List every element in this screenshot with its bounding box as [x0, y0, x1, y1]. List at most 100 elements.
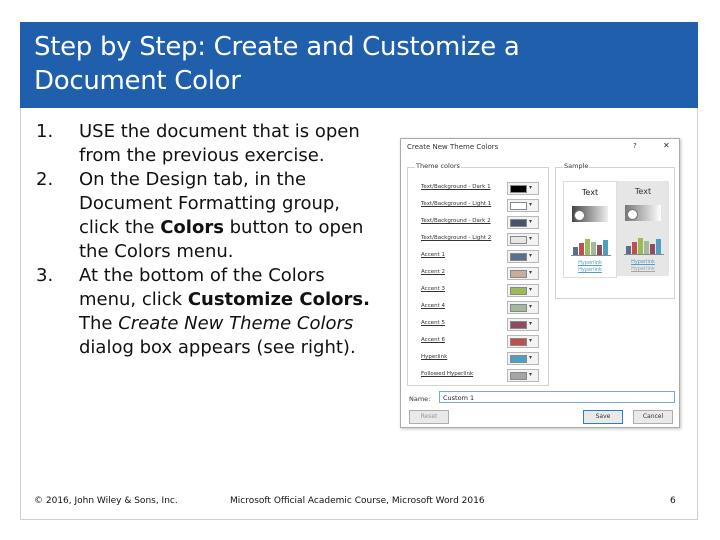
step-text: dialog box appears (see right).: [79, 337, 356, 358]
step-2: 2. On the Design tab, in the Document Fo…: [36, 168, 381, 264]
step-number: 1.: [36, 121, 54, 142]
sample-shape-circle: [574, 210, 585, 221]
color-picker-button[interactable]: ▾: [507, 267, 539, 280]
sample-bar-chart: [624, 237, 664, 255]
create-new-theme-colors-dialog: Create New Theme Colors ? ✕ Theme colors…: [400, 138, 680, 428]
steps-list: 1. USE the document that is open from th…: [36, 120, 381, 360]
footer-course: Microsoft Official Academic Course, Micr…: [230, 496, 485, 506]
step-number: 2.: [36, 169, 54, 190]
chevron-down-icon: ▾: [529, 201, 533, 208]
theme-color-label: Hyperlink: [421, 354, 448, 360]
color-swatch: [510, 321, 527, 329]
sample-bar: [585, 239, 590, 255]
theme-color-label: Accent 2: [421, 269, 445, 275]
theme-color-label: Accent 4: [421, 303, 445, 309]
theme-color-label: Accent 1: [421, 252, 445, 258]
slide: Step by Step: Create and Customize a Doc…: [0, 0, 720, 540]
color-swatch: [510, 372, 527, 380]
theme-color-label: Accent 6: [421, 337, 445, 343]
title-line-2: Document Color: [34, 66, 241, 96]
color-picker-button[interactable]: ▾: [507, 182, 539, 195]
sample-bar: [638, 238, 643, 254]
help-icon[interactable]: ?: [633, 142, 637, 150]
color-picker-button[interactable]: ▾: [507, 216, 539, 229]
step-1: 1. USE the document that is open from th…: [36, 120, 381, 168]
theme-color-row: Hyperlink ▾: [421, 352, 541, 365]
footer-copyright: © 2016, John Wiley & Sons, Inc.: [34, 496, 178, 506]
color-picker-button[interactable]: ▾: [507, 301, 539, 314]
name-input[interactable]: Custom 1: [439, 391, 675, 403]
sample-hyperlink: Hyperlink: [631, 259, 655, 265]
color-picker-button[interactable]: ▾: [507, 335, 539, 348]
theme-color-row: Accent 2 ▾: [421, 267, 541, 280]
color-picker-button[interactable]: ▾: [507, 318, 539, 331]
color-swatch: [510, 219, 527, 227]
theme-colors-label: Theme colors: [415, 162, 461, 170]
name-label: Name:: [409, 395, 431, 403]
color-swatch: [510, 202, 527, 210]
color-picker-button[interactable]: ▾: [507, 352, 539, 365]
step-emphasis: Customize Colors.: [187, 289, 370, 310]
theme-color-row: Accent 6 ▾: [421, 335, 541, 348]
sample-bar: [650, 244, 655, 254]
color-swatch: [510, 304, 527, 312]
cancel-button[interactable]: Cancel: [633, 410, 673, 424]
step-number: 3.: [36, 265, 54, 286]
chevron-down-icon: ▾: [529, 235, 533, 242]
chevron-down-icon: ▾: [529, 269, 533, 276]
sample-bar: [573, 247, 578, 255]
color-picker-button[interactable]: ▾: [507, 284, 539, 297]
theme-color-row: Text/Background - Dark 2 ▾: [421, 216, 541, 229]
step-emphasis: Colors: [160, 217, 224, 238]
reset-button[interactable]: Reset: [409, 410, 449, 424]
sample-followed-hyperlink: Hyperlink: [631, 266, 655, 272]
chevron-down-icon: ▾: [529, 337, 533, 344]
sample-bar: [597, 245, 602, 255]
color-picker-button[interactable]: ▾: [507, 250, 539, 263]
sample-bar: [579, 243, 584, 255]
color-swatch: [510, 355, 527, 363]
sample-bar-chart: [571, 238, 611, 256]
theme-color-row: Accent 3 ▾: [421, 284, 541, 297]
color-picker-button[interactable]: ▾: [507, 233, 539, 246]
color-swatch: [510, 270, 527, 278]
sample-light-panel: Text Hyperlink Hyperlink: [563, 181, 617, 278]
chevron-down-icon: ▾: [529, 252, 533, 259]
chevron-down-icon: ▾: [529, 218, 533, 225]
sample-bar: [591, 242, 596, 255]
theme-color-row: Accent 1 ▾: [421, 250, 541, 263]
theme-color-row: Text/Background - Dark 1 ▾: [421, 182, 541, 195]
title-line-1: Step by Step: Create and Customize a: [34, 32, 520, 62]
theme-color-label: Accent 3: [421, 286, 445, 292]
theme-color-label: Followed Hyperlink: [421, 371, 474, 377]
step-dialog-name: Create New Theme Colors: [118, 313, 354, 334]
theme-color-row: Accent 4 ▾: [421, 301, 541, 314]
color-swatch: [510, 253, 527, 261]
color-swatch: [510, 338, 527, 346]
sample-bar: [603, 240, 608, 255]
sample-bar: [632, 242, 637, 254]
theme-color-label: Text/Background - Light 2: [421, 235, 492, 241]
slide-title: Step by Step: Create and Customize a Doc…: [34, 30, 684, 98]
sample-bar: [644, 241, 649, 254]
save-button[interactable]: Save: [583, 410, 623, 424]
chevron-down-icon: ▾: [529, 184, 533, 191]
sample-bar: [656, 239, 661, 254]
theme-color-label: Text/Background - Dark 1: [421, 184, 491, 190]
sample-shape-circle: [627, 209, 638, 220]
chevron-down-icon: ▾: [529, 303, 533, 310]
page-number: 6: [670, 496, 676, 506]
theme-color-label: Text/Background - Dark 2: [421, 218, 491, 224]
dialog-title: Create New Theme Colors: [407, 143, 499, 151]
color-picker-button[interactable]: ▾: [507, 369, 539, 382]
close-icon[interactable]: ✕: [663, 141, 670, 150]
sample-hyperlink-2: Hyperlink: [578, 267, 602, 273]
sample-text-light: Text: [634, 187, 652, 196]
color-picker-button[interactable]: ▾: [507, 199, 539, 212]
theme-color-label: Accent 5: [421, 320, 445, 326]
step-text: USE the document that is open from the p…: [79, 121, 360, 166]
color-swatch: [510, 185, 527, 193]
theme-color-row: Followed Hyperlink ▾: [421, 369, 541, 382]
chevron-down-icon: ▾: [529, 320, 533, 327]
chevron-down-icon: ▾: [529, 286, 533, 293]
